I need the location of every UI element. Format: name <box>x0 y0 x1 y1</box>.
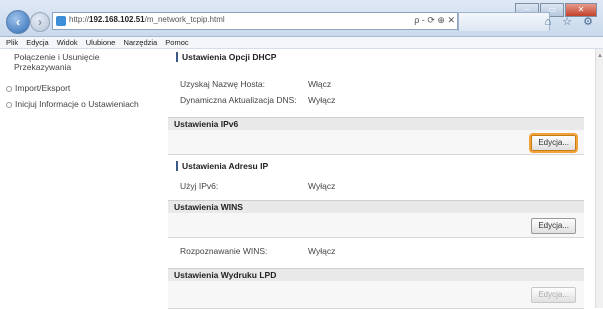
row-value-dns-update: Wyłącz <box>308 95 336 105</box>
menu-help[interactable]: Pomoc <box>165 38 188 47</box>
url-text: http://192.168.102.51/m_network_tcpip.ht… <box>69 15 225 24</box>
lpd-section-body: Edycja... <box>168 281 584 309</box>
row-label-use-ipv6: Użyj IPv6: <box>180 181 219 191</box>
browser-right-tools[interactable]: ⌂ ☆ ⚙ <box>545 15 597 28</box>
menu-edit[interactable]: Edycja <box>26 38 49 47</box>
row-label-wins-resolution: Rozpoznawanie WINS: <box>180 246 268 256</box>
row-label-dns-update: Dynamiczna Aktualizacja DNS: <box>180 95 297 105</box>
browser-window: – ▭ ✕ ‹ › http://192.168.102.51/m_networ… <box>0 0 603 309</box>
back-button[interactable]: ‹ <box>6 10 30 34</box>
wins-section-title: Ustawienia WINS <box>168 200 584 213</box>
scroll-up-icon[interactable]: ▲ <box>597 53 603 59</box>
menu-view[interactable]: Widok <box>57 38 78 47</box>
wins-edit-button[interactable]: Edycja... <box>531 218 576 234</box>
sidebar-item-forwarding[interactable]: Przekazywania <box>14 62 71 72</box>
main-content: Ustawienia Opcji DHCP Uzyskaj Nazwę Host… <box>168 49 595 309</box>
row-value-wins-resolution: Wyłącz <box>308 246 336 256</box>
sidebar-item-init-settings[interactable]: Inicjuj Informacje o Ustawieniach <box>6 99 139 109</box>
row-value-use-ipv6: Wyłącz <box>308 181 336 191</box>
address-tools[interactable]: ρ - ⟳ ⊕ ✕ <box>414 15 455 26</box>
forward-button[interactable]: › <box>30 12 50 32</box>
sidebar-item-import-export[interactable]: Import/Eksport <box>6 83 70 93</box>
bullet-icon <box>6 101 12 108</box>
ip-address-heading: Ustawienia Adresu IP <box>176 161 268 171</box>
dhcp-heading: Ustawienia Opcji DHCP <box>176 52 276 62</box>
browser-toolbar: – ▭ ✕ ‹ › http://192.168.102.51/m_networ… <box>0 0 603 37</box>
browser-tab[interactable] <box>458 12 550 31</box>
menu-tools[interactable]: Narzędzia <box>123 38 157 47</box>
sidebar-item-connection[interactable]: Połączenie i Usunięcie <box>14 52 100 62</box>
address-bar[interactable]: http://192.168.102.51/m_network_tcpip.ht… <box>52 12 458 30</box>
menu-favorites[interactable]: Ulubione <box>86 38 116 47</box>
site-icon <box>56 16 66 26</box>
sidebar: Połączenie i Usunięcie Przekazywania Imp… <box>0 49 168 308</box>
menu-file[interactable]: Plik <box>6 38 18 47</box>
ipv6-section-body: Edycja... <box>168 130 584 155</box>
vertical-scrollbar[interactable]: ▲ <box>595 49 603 308</box>
row-label-hostname: Uzyskaj Nazwę Hosta: <box>180 79 266 89</box>
bullet-icon <box>6 85 12 92</box>
lpd-section-title: Ustawienia Wydruku LPD <box>168 268 584 281</box>
lpd-edit-button[interactable]: Edycja... <box>531 287 576 303</box>
ipv6-section-title: Ustawienia IPv6 <box>168 117 584 130</box>
wins-section-body: Edycja... <box>168 213 584 238</box>
menu-bar: Plik Edycja Widok Ulubione Narzędzia Pom… <box>0 37 603 49</box>
ipv6-edit-button[interactable]: Edycja... <box>531 135 576 151</box>
row-value-hostname: Włącz <box>308 79 332 89</box>
